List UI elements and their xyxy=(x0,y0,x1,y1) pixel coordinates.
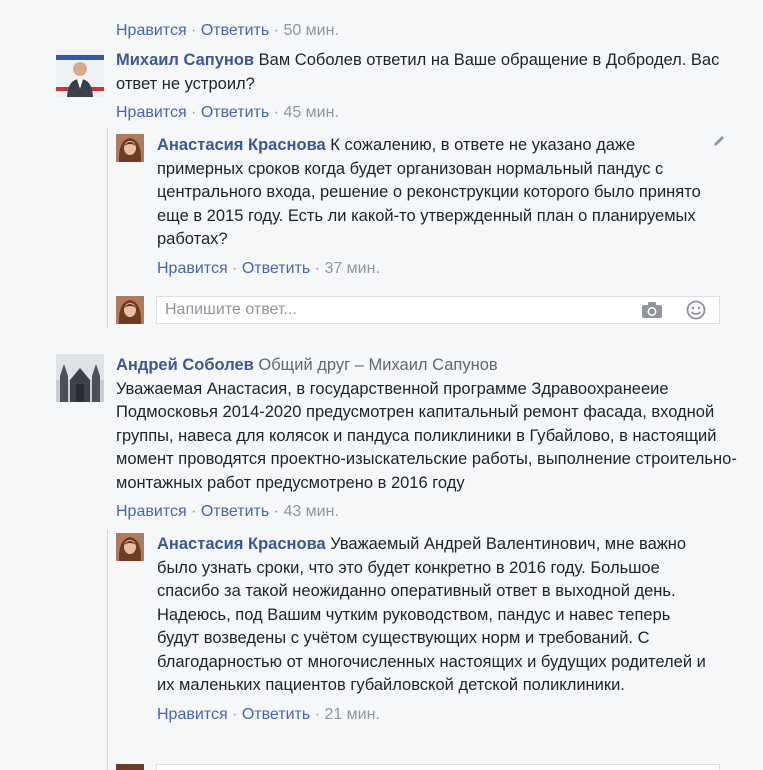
avatar[interactable] xyxy=(116,296,144,324)
separator: · xyxy=(310,705,325,723)
timestamp[interactable]: 21 мин. xyxy=(324,706,379,723)
smiley-icon[interactable] xyxy=(685,300,707,320)
avatar-photo xyxy=(56,354,104,402)
timestamp[interactable]: 43 мин. xyxy=(283,503,338,520)
avatar-photo xyxy=(56,49,104,97)
comment-body: Анастасия Краснова К сожалению, в ответе… xyxy=(157,134,713,279)
comment-text: Уважаемый Андрей Валентинович, мне важно… xyxy=(157,535,706,694)
avatar-photo xyxy=(116,296,144,324)
reply-link[interactable]: Ответить xyxy=(201,104,269,121)
separator: · xyxy=(310,259,325,277)
reply-link[interactable]: Ответить xyxy=(201,503,269,520)
comment-body: Анастасия Краснова Уважаемый Андрей Вале… xyxy=(157,533,713,725)
reply-input[interactable] xyxy=(165,299,625,321)
reply-link[interactable]: Ответить xyxy=(242,706,310,723)
comment-author[interactable]: Анастасия Краснова xyxy=(157,136,326,154)
avatar-photo xyxy=(116,764,144,770)
separator: · xyxy=(186,503,201,520)
comment-thread: Нравится · Ответить · 50 мин. Михаил Сап… xyxy=(0,0,763,770)
avatar-photo xyxy=(116,134,144,162)
like-link[interactable]: Нравится xyxy=(116,22,187,39)
camera-icon-graphic xyxy=(642,302,662,318)
separator: · xyxy=(269,503,284,520)
comment-author[interactable]: Анастасия Краснова xyxy=(157,535,326,553)
reply-box xyxy=(156,296,720,324)
timestamp[interactable]: 50 мин. xyxy=(283,22,338,39)
avatar[interactable] xyxy=(56,354,104,402)
separator: · xyxy=(186,22,201,39)
separator: · xyxy=(186,104,201,121)
separator: · xyxy=(269,22,284,39)
avatar[interactable] xyxy=(116,533,144,561)
comment-body: Андрей Соболев Общий друг – Михаил Сапун… xyxy=(116,354,761,522)
comment-actions: Нравится · Ответить · 45 мин. xyxy=(116,103,756,123)
comment-text: Уважаемая Анастасия, в государственной п… xyxy=(116,379,737,492)
timestamp[interactable]: 45 мин. xyxy=(283,104,338,121)
comment-actions: Нравится · Ответить · 21 мин. xyxy=(157,705,713,725)
like-link[interactable]: Нравится xyxy=(157,260,228,277)
avatar[interactable] xyxy=(116,134,144,162)
like-link[interactable]: Нравится xyxy=(116,503,187,520)
avatar[interactable] xyxy=(116,764,144,770)
comment-actions-top: Нравится · Ответить · 50 мин. xyxy=(116,21,339,41)
separator: · xyxy=(227,259,242,277)
reply-thread-line xyxy=(107,530,108,770)
avatar[interactable] xyxy=(56,49,104,97)
comment-actions: Нравится · Ответить · 37 мин. xyxy=(157,259,713,279)
reply-link[interactable]: Ответить xyxy=(242,260,310,277)
avatar-photo xyxy=(116,533,144,561)
smiley-icon-graphic xyxy=(686,300,706,320)
like-link[interactable]: Нравится xyxy=(116,104,187,121)
reply-box xyxy=(156,764,720,770)
pencil-icon[interactable] xyxy=(712,134,726,151)
like-link[interactable]: Нравится xyxy=(157,706,228,723)
comment-author[interactable]: Андрей Соболев xyxy=(116,356,254,374)
comment-body: Михаил Сапунов Вам Соболев ответил на Ва… xyxy=(116,49,756,123)
separator: · xyxy=(227,705,242,723)
timestamp[interactable]: 37 мин. xyxy=(324,260,379,277)
comment-author[interactable]: Михаил Сапунов xyxy=(116,51,254,69)
separator: · xyxy=(269,104,284,121)
reply-link[interactable]: Ответить xyxy=(201,22,269,39)
reply-thread-line xyxy=(107,128,108,328)
pencil-icon-graphic xyxy=(714,136,724,146)
mutual-friend-note: Общий друг – Михаил Сапунов xyxy=(258,356,498,374)
comment-actions: Нравится · Ответить · 43 мин. xyxy=(116,502,761,522)
camera-icon[interactable] xyxy=(641,300,663,320)
